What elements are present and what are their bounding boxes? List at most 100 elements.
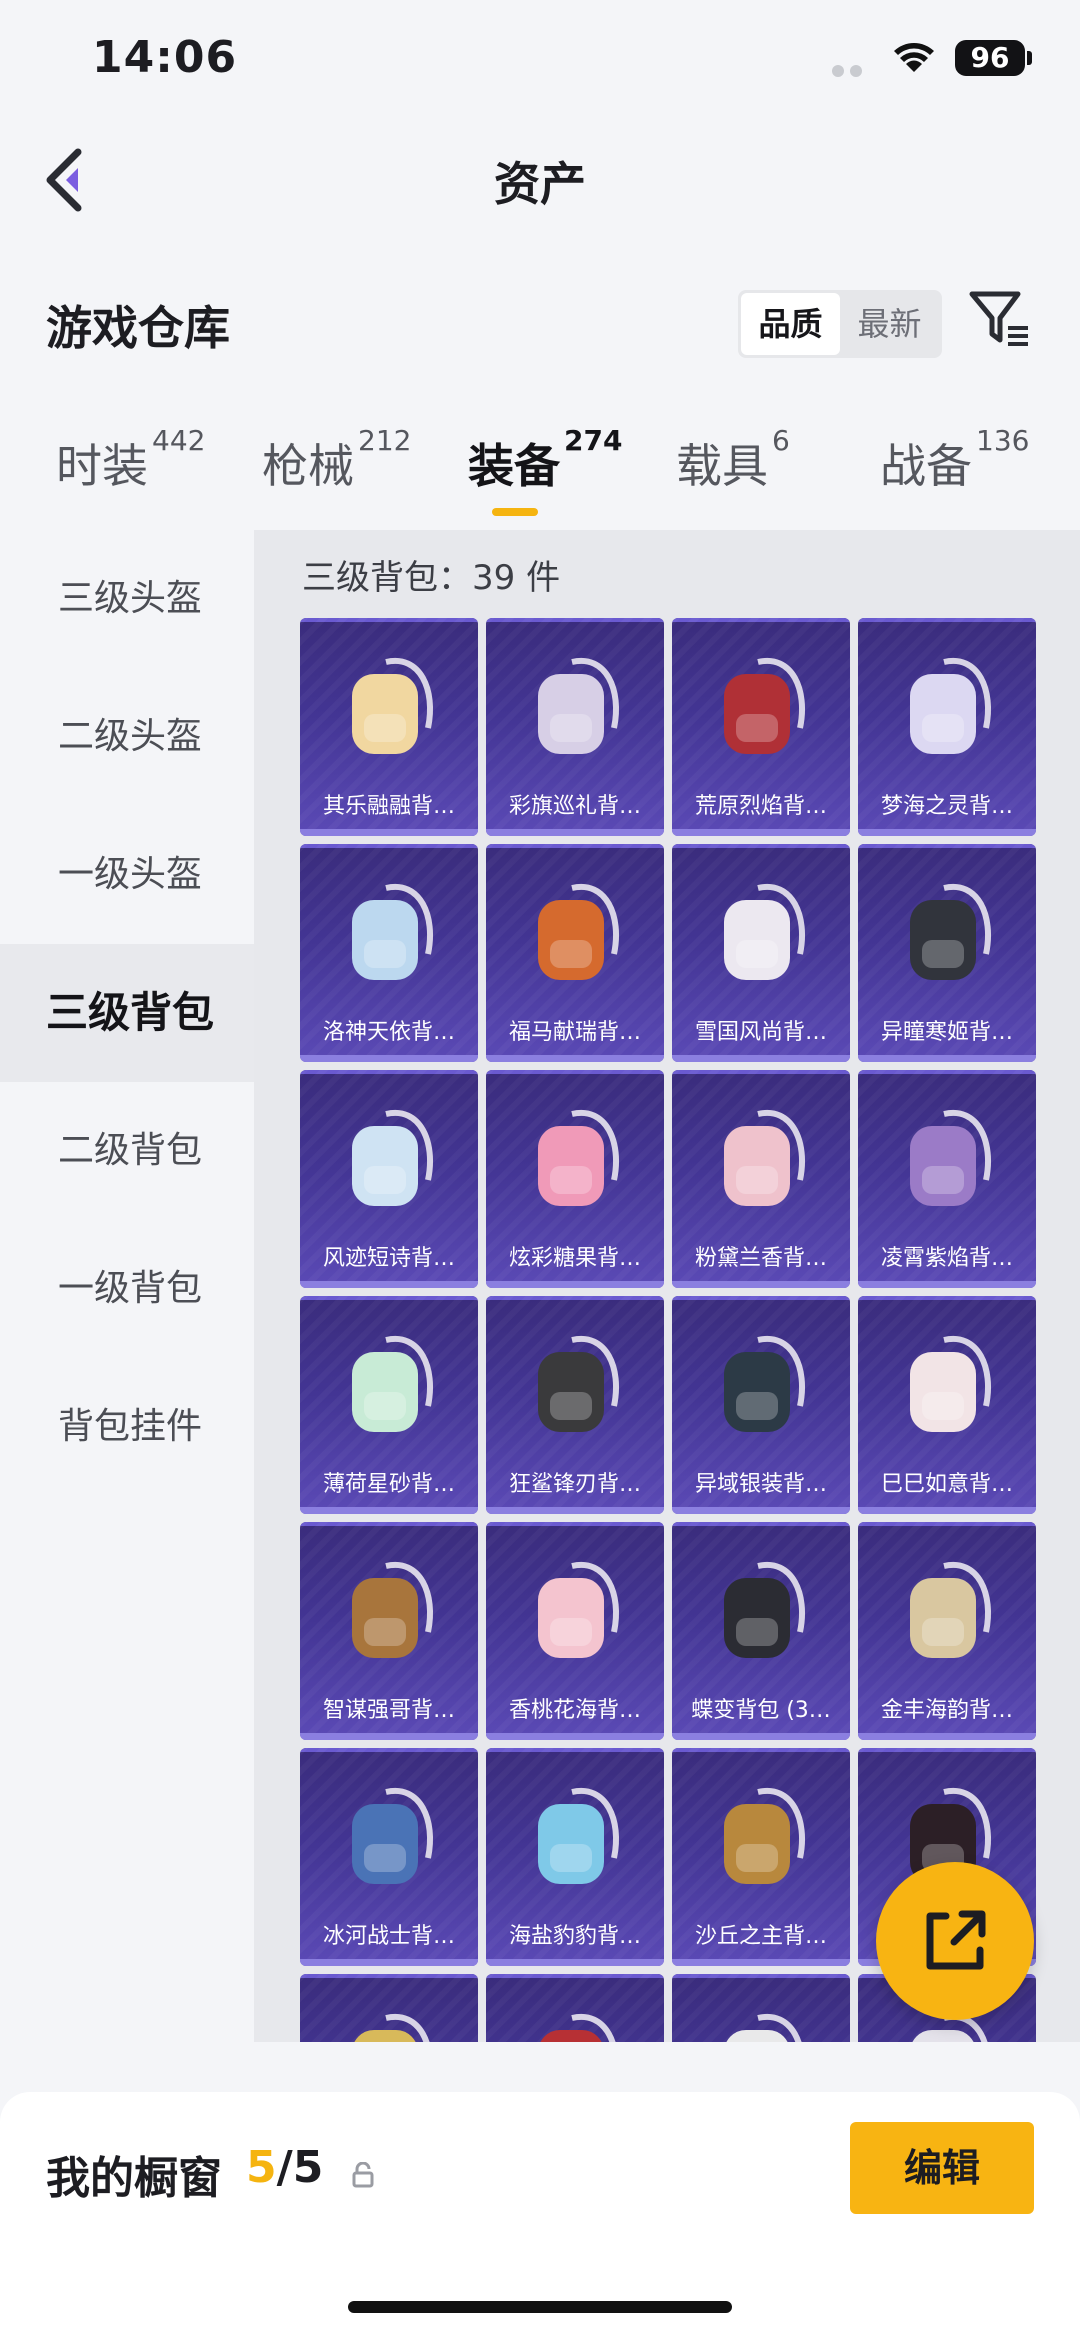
backpack-white-fox-icon <box>910 1335 992 1432</box>
item-card[interactable]: 其乐融融背… <box>300 618 478 836</box>
tab-firearms[interactable]: 枪械 212 <box>262 424 411 496</box>
item-card[interactable]: 香桃花海背… <box>486 1522 664 1740</box>
backpack-silver-tech-icon <box>724 1335 806 1432</box>
item-card[interactable]: 薄荷星砂背… <box>300 1296 478 1514</box>
backpack-glacier-warrior-icon <box>352 1787 434 1884</box>
item-card[interactable]: 福马献瑞背… <box>486 844 664 1062</box>
backpack-bear-icon <box>352 1561 434 1658</box>
item-card[interactable] <box>486 1974 664 2042</box>
item-card[interactable]: 智谋强哥背… <box>300 1522 478 1740</box>
home-indicator <box>348 2301 732 2313</box>
backpack-pastel-bunting-icon <box>538 657 620 754</box>
item-card[interactable]: 异瞳寒姬背… <box>858 844 1036 1062</box>
sidebar-item-backpack-lv1[interactable]: 一级背包 <box>0 1220 254 1358</box>
tab-vehicles[interactable]: 载具 6 <box>676 424 790 496</box>
item-card[interactable]: 冰河战士背… <box>300 1748 478 1966</box>
backpack-dune-lord-icon <box>724 1787 806 1884</box>
item-card-label: 冰河战士背… <box>322 1924 455 1949</box>
wifi-icon <box>894 43 934 72</box>
tab-count: 442 <box>152 424 206 457</box>
item-card[interactable]: 异域银装背… <box>672 1296 850 1514</box>
backpack-panda-icon <box>726 2013 802 2042</box>
showcase-count-current: 5 <box>246 2142 277 2193</box>
backpack-mint-star-icon <box>352 1335 434 1432</box>
tab-fashion[interactable]: 时装 442 <box>56 424 205 496</box>
edit-button[interactable]: 编辑 <box>850 2122 1034 2214</box>
tab-label: 枪械 <box>262 439 354 493</box>
item-card[interactable]: 巳巳如意背… <box>858 1296 1036 1514</box>
tab-count: 6 <box>772 424 790 457</box>
item-card-label: 彩旗巡礼背… <box>508 794 641 819</box>
tab-count: 274 <box>564 424 623 457</box>
item-card[interactable]: 梦海之灵背… <box>858 618 1036 836</box>
backpack-black-cat-icon <box>910 883 992 980</box>
signal-dots-icon <box>832 62 882 77</box>
sidebar-item-backpack-lv3[interactable]: 三级背包 <box>0 944 254 1082</box>
showcase-label: 我的橱窗 <box>46 2153 222 2204</box>
backpack-snow-penguin-icon <box>724 883 806 980</box>
item-card-label: 粉黛兰香背… <box>694 1246 827 1271</box>
backpack-candy-donut-icon <box>538 1109 620 1206</box>
filter-button[interactable] <box>968 288 1032 352</box>
tab-label: 时装 <box>56 439 148 493</box>
item-card-label: 香桃花海背… <box>508 1698 641 1723</box>
external-link-icon <box>926 1910 986 1970</box>
status-time: 14:06 <box>92 32 238 83</box>
sidebar-item-helmet-lv3[interactable]: 三级头盔 <box>0 530 254 668</box>
sort-quality-button[interactable]: 品质 <box>741 293 840 355</box>
item-card[interactable]: 洛神天依背… <box>300 844 478 1062</box>
item-card[interactable]: 炫彩糖果背… <box>486 1070 664 1288</box>
category-tabs: 时装 442 枪械 212 装备 274 载具 6 战备 136 <box>0 424 1080 530</box>
sidebar-item-helmet-lv1[interactable]: 一级头盔 <box>0 806 254 944</box>
item-card-label: 荒原烈焰背… <box>694 794 827 819</box>
sidebar: 三级头盔 二级头盔 一级头盔 三级背包 二级背包 一级背包 背包挂件 <box>0 530 254 2040</box>
item-card[interactable]: 蝶变背包 (3… <box>672 1522 850 1740</box>
item-card[interactable]: 风迹短诗背… <box>300 1070 478 1288</box>
backpack-cream-bunny-icon <box>352 657 434 754</box>
item-card-label: 雪国风尚背… <box>694 1020 827 1045</box>
backpack-shark-blade-icon <box>538 1335 620 1432</box>
sidebar-item-backpack-charm[interactable]: 背包挂件 <box>0 1358 254 1496</box>
backpack-light-blue-ribbon-icon <box>352 1109 434 1206</box>
item-card[interactable]: 彩旗巡礼背… <box>486 618 664 836</box>
lock-icon <box>352 2162 374 2188</box>
backpack-gold-crown-icon <box>354 2013 430 2042</box>
item-card-label: 智谋强哥背… <box>322 1698 455 1723</box>
item-card[interactable] <box>672 1974 850 2042</box>
backpack-orange-horse-icon <box>538 883 620 980</box>
backpack-purple-flame-icon <box>910 1109 992 1206</box>
share-fab-button[interactable] <box>876 1862 1034 2020</box>
tab-supplies[interactable]: 战备 136 <box>880 424 1029 496</box>
backpack-coral-spirit-icon <box>910 657 992 754</box>
sidebar-item-backpack-lv2[interactable]: 二级背包 <box>0 1082 254 1220</box>
filter-icon <box>969 291 1028 346</box>
battery-tip <box>1027 51 1032 65</box>
item-card[interactable]: 沙丘之主背… <box>672 1748 850 1966</box>
item-card[interactable]: 凌霄紫焰背… <box>858 1070 1036 1288</box>
backpack-sea-salt-leopard-icon <box>538 1787 620 1884</box>
item-card-label: 异瞳寒姬背… <box>880 1020 1013 1045</box>
sort-newest-button[interactable]: 最新 <box>840 293 939 355</box>
item-card-label: 洛神天依背… <box>322 1020 455 1045</box>
item-card-label: 炫彩糖果背… <box>508 1246 641 1271</box>
item-card[interactable]: 狂鲨锋刃背… <box>486 1296 664 1514</box>
battery-icon: 96 <box>955 40 1025 76</box>
tab-equipment[interactable]: 装备 274 <box>468 424 622 496</box>
item-card[interactable]: 金丰海韵背… <box>858 1522 1036 1740</box>
item-card[interactable]: 雪国风尚背… <box>672 844 850 1062</box>
backpack-gold-sea-icon <box>910 1561 992 1658</box>
backpack-butterfly-icon <box>724 1561 806 1658</box>
showcase-count: 5/5 <box>246 2142 323 2193</box>
sidebar-item-helmet-lv2[interactable]: 二级头盔 <box>0 668 254 806</box>
backpack-blue-fairy-icon <box>352 883 434 980</box>
item-card[interactable]: 海盐豹豹背… <box>486 1748 664 1966</box>
item-panel: 三级背包：39 件 其乐融融背… 彩旗巡礼背… 荒原烈焰背… 梦海之灵背… 洛神天依背…… <box>254 530 1080 2042</box>
item-card-label: 其乐融融背… <box>322 794 455 819</box>
item-card[interactable]: 荒原烈焰背… <box>672 618 850 836</box>
backpack-red-flame-icon <box>724 657 806 754</box>
item-card[interactable] <box>300 1974 478 2042</box>
tab-count: 212 <box>358 424 412 457</box>
item-card[interactable]: 粉黛兰香背… <box>672 1070 850 1288</box>
item-card-label: 薄荷星砂背… <box>322 1472 455 1497</box>
item-card-label: 梦海之灵背… <box>880 794 1013 819</box>
